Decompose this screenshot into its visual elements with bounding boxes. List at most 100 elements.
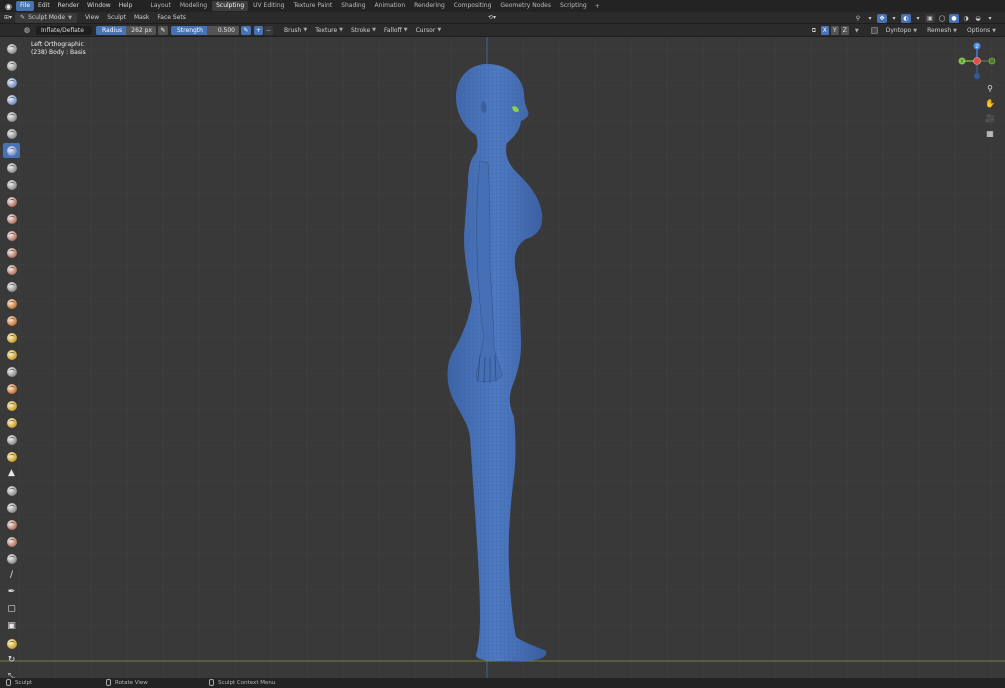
cursor-dropdown[interactable]: Cursor ▼ xyxy=(412,27,446,34)
tab-animation[interactable]: Animation xyxy=(371,1,410,11)
tool-box-mask[interactable]: ✒ xyxy=(3,585,20,600)
direction-subtract-button[interactable]: − xyxy=(264,25,273,35)
tab-modeling[interactable]: Modeling xyxy=(176,1,211,11)
sculpt-mesh[interactable] xyxy=(0,37,1005,678)
tool-nudge[interactable] xyxy=(3,381,20,396)
gizmo-x-axis[interactable] xyxy=(973,57,981,65)
tool-draw[interactable] xyxy=(3,41,20,56)
tool-slide-relax[interactable] xyxy=(3,415,20,430)
dyntopo-dropdown[interactable]: Dyntopo ▼ xyxy=(882,27,921,34)
gizmo-toggle-icon[interactable]: ✥ xyxy=(877,13,887,23)
header-menu-sculpt[interactable]: Sculpt xyxy=(103,13,130,23)
tool-crease[interactable] xyxy=(3,177,20,192)
visibility-icon[interactable]: ⚲ xyxy=(853,14,863,23)
body-mesh[interactable] xyxy=(447,64,547,662)
tool-snake-hook[interactable] xyxy=(3,330,20,345)
remesh-dropdown[interactable]: Remesh ▼ xyxy=(923,27,961,34)
tool-multires-displacement-eraser[interactable] xyxy=(3,517,20,532)
xray-toggle-icon[interactable]: ▣ xyxy=(925,13,935,23)
tab-layout[interactable]: Layout xyxy=(146,1,174,11)
radius-field[interactable]: Radius 262 px xyxy=(96,25,156,35)
tab-shading[interactable]: Shading xyxy=(337,1,369,11)
tool-draw-sharp[interactable] xyxy=(3,58,20,73)
tool-boundary[interactable] xyxy=(3,432,20,447)
tool-pinch[interactable] xyxy=(3,279,20,294)
tool-simplify[interactable]: ▲ xyxy=(3,466,20,481)
tool-paint[interactable] xyxy=(3,551,20,566)
symmetry-y-button[interactable]: Y xyxy=(830,26,839,35)
tab-rendering[interactable]: Rendering xyxy=(410,1,449,11)
tab-compositing[interactable]: Compositing xyxy=(450,1,496,11)
tool-clay-strips[interactable] xyxy=(3,92,20,107)
chevron-down-icon[interactable]: ▾ xyxy=(865,14,875,23)
wireframe-shading-icon[interactable]: ◯ xyxy=(937,14,947,23)
chevron-down-icon[interactable]: ▾ xyxy=(985,14,995,23)
tool-flatten[interactable] xyxy=(3,211,20,226)
navigation-gizmo[interactable]: Z Y xyxy=(955,41,999,85)
overlay-toggle-icon[interactable]: ◐ xyxy=(901,13,911,23)
menu-render[interactable]: Render xyxy=(54,1,83,11)
brush-icon[interactable]: ◍ xyxy=(22,25,32,35)
tab-texture-paint[interactable]: Texture Paint xyxy=(289,1,336,11)
header-menu-mask[interactable]: Mask xyxy=(130,13,153,23)
tab-uv-editing[interactable]: UV Editing xyxy=(249,1,288,11)
tool-grab[interactable] xyxy=(3,296,20,311)
tool-draw-face-sets[interactable] xyxy=(3,500,20,515)
tool-cloth[interactable] xyxy=(3,449,20,464)
falloff-dropdown[interactable]: Falloff ▼ xyxy=(380,27,412,34)
blender-logo-icon[interactable]: ◉ xyxy=(3,1,14,12)
solid-shading-icon[interactable]: ● xyxy=(949,13,959,23)
perspective-grid-icon[interactable]: ▦ xyxy=(984,128,996,138)
tool-smear[interactable]: ∕ xyxy=(3,568,20,583)
header-menu-face-sets[interactable]: Face Sets xyxy=(153,13,189,23)
tool-thumb[interactable] xyxy=(3,347,20,362)
tool-layer[interactable] xyxy=(3,126,20,141)
brush-name-field[interactable]: Inflate/Deflate xyxy=(36,25,92,35)
tool-box-face-set[interactable]: ▣ xyxy=(3,619,20,634)
tool-rotate[interactable] xyxy=(3,398,20,413)
header-menu-view[interactable]: View xyxy=(81,13,103,23)
options-dropdown[interactable]: Options ▼ xyxy=(963,27,1000,34)
tool-clay[interactable] xyxy=(3,75,20,90)
symmetry-z-button[interactable]: Z xyxy=(840,26,849,35)
tab-scripting[interactable]: Scripting xyxy=(556,1,591,11)
texture-dropdown[interactable]: Texture ▼ xyxy=(311,27,347,34)
brush-dropdown[interactable]: Brush ▼ xyxy=(280,27,311,34)
tool-clay-thumb[interactable] xyxy=(3,109,20,124)
tool-mask[interactable] xyxy=(3,483,20,498)
strength-pressure-icon[interactable]: ✎ xyxy=(241,25,251,35)
material-shading-icon[interactable]: ◑ xyxy=(961,14,971,23)
camera-view-icon[interactable]: 🎥 xyxy=(984,113,996,123)
tool-fill[interactable] xyxy=(3,228,20,243)
transform-pivot-icon[interactable]: ⟲▾ xyxy=(488,14,496,21)
tool-blob[interactable] xyxy=(3,160,20,175)
menu-file[interactable]: File xyxy=(16,1,35,11)
stroke-dropdown[interactable]: Stroke ▼ xyxy=(347,27,380,34)
tool-multiplane-scrape[interactable] xyxy=(3,262,20,277)
symmetry-x-button[interactable]: X xyxy=(820,26,829,35)
add-workspace-button[interactable]: + xyxy=(592,3,603,10)
tool-box-hide[interactable]: ▢ xyxy=(3,602,20,617)
menu-edit[interactable]: Edit xyxy=(34,1,54,11)
editor-type-icon[interactable]: ⊞▾ xyxy=(0,14,15,21)
chevron-down-icon[interactable]: ▾ xyxy=(913,14,923,23)
menu-window[interactable]: Window xyxy=(83,1,115,11)
strength-field[interactable]: Strength 0.500 xyxy=(171,25,239,35)
tool-inflate[interactable] xyxy=(3,143,20,158)
radius-pressure-icon[interactable]: ✎ xyxy=(158,25,168,35)
gizmo-neg-z-axis[interactable] xyxy=(974,73,980,79)
tool-box-trim[interactable] xyxy=(3,636,20,651)
dyntopo-checkbox[interactable] xyxy=(870,27,878,34)
chevron-down-icon[interactable]: ▾ xyxy=(889,14,899,23)
pan-hand-icon[interactable]: ✋ xyxy=(984,98,996,108)
gizmo-neg-y-axis[interactable] xyxy=(988,57,996,65)
3d-viewport[interactable]: Left Orthographic (238) Body : Basis xyxy=(0,37,1005,678)
rendered-shading-icon[interactable]: ◒ xyxy=(973,14,983,23)
tool-elastic-deform[interactable] xyxy=(3,313,20,328)
tool-line-project[interactable]: ↻ xyxy=(3,653,20,668)
direction-add-button[interactable]: + xyxy=(254,25,263,35)
tool-scrape[interactable] xyxy=(3,245,20,260)
tool-smooth[interactable] xyxy=(3,194,20,209)
tool-pose[interactable] xyxy=(3,364,20,379)
tab-geometry-nodes[interactable]: Geometry Nodes xyxy=(496,1,555,11)
